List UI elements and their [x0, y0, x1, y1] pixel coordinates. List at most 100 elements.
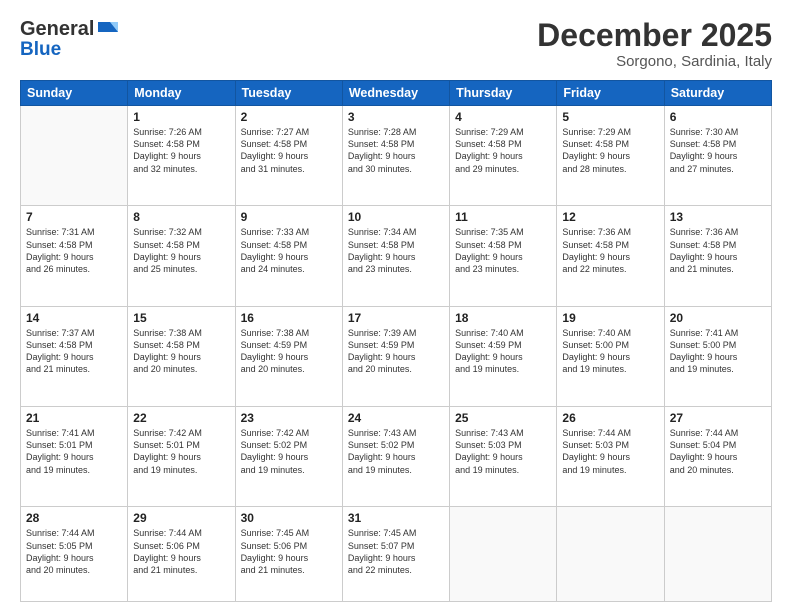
calendar-cell: 30 Sunrise: 7:45 AMSunset: 5:06 PMDayligh… — [235, 507, 342, 602]
cell-content: Sunrise: 7:44 AMSunset: 5:03 PMDaylight:… — [562, 427, 658, 476]
calendar-cell: 15 Sunrise: 7:38 AMSunset: 4:58 PMDayligh… — [128, 306, 235, 406]
cell-content: Sunrise: 7:37 AMSunset: 4:58 PMDaylight:… — [26, 327, 122, 376]
day-number: 27 — [670, 411, 766, 425]
column-header-thursday: Thursday — [450, 81, 557, 106]
calendar-cell: 1Sunrise: 7:26 AMSunset: 4:58 PMDaylight… — [128, 106, 235, 206]
calendar-week-1: 1Sunrise: 7:26 AMSunset: 4:58 PMDaylight… — [21, 106, 772, 206]
calendar-cell: 23Sunrise: 7:42 AMSunset: 5:02 PMDayligh… — [235, 407, 342, 507]
cell-content: Sunrise: 7:29 AMSunset: 4:58 PMDaylight:… — [562, 126, 658, 175]
calendar-cell: 7 Sunrise: 7:31 AMSunset: 4:58 PMDaylight… — [21, 206, 128, 306]
cell-content: Sunrise: 7:30 AMSunset: 4:58 PMDaylight:… — [670, 126, 766, 175]
cell-content: Sunrise: 7:43 AMSunset: 5:03 PMDaylight:… — [455, 427, 551, 476]
calendar-cell: 18 Sunrise: 7:40 AMSunset: 4:59 PMDayligh… — [450, 306, 557, 406]
calendar-cell: 25 Sunrise: 7:43 AMSunset: 5:03 PMDayligh… — [450, 407, 557, 507]
cell-content: Sunrise: 7:39 AMSunset: 4:59 PMDaylight:… — [348, 327, 444, 376]
calendar-cell — [21, 106, 128, 206]
calendar-cell: 4 Sunrise: 7:29 AMSunset: 4:58 PMDaylight… — [450, 106, 557, 206]
calendar-cell: 11Sunrise: 7:35 AMSunset: 4:58 PMDayligh… — [450, 206, 557, 306]
day-number: 14 — [26, 311, 122, 325]
page: General Blue December 2025 Sorgono, Sard… — [0, 0, 792, 612]
calendar-week-3: 14 Sunrise: 7:37 AMSunset: 4:58 PMDayligh… — [21, 306, 772, 406]
day-number: 30 — [241, 511, 337, 525]
day-number: 23 — [241, 411, 337, 425]
cell-content: Sunrise: 7:45 AMSunset: 5:06 PMDaylight:… — [241, 527, 337, 576]
calendar-cell: 12 Sunrise: 7:36 AMSunset: 4:58 PMDayligh… — [557, 206, 664, 306]
day-number: 12 — [562, 210, 658, 224]
day-number: 21 — [26, 411, 122, 425]
cell-content: Sunrise: 7:32 AMSunset: 4:58 PMDaylight:… — [133, 226, 229, 275]
cell-content: Sunrise: 7:28 AMSunset: 4:58 PMDaylight:… — [348, 126, 444, 175]
day-number: 22 — [133, 411, 229, 425]
calendar-cell — [664, 507, 771, 602]
day-number: 16 — [241, 311, 337, 325]
calendar-cell: 16 Sunrise: 7:38 AMSunset: 4:59 PMDayligh… — [235, 306, 342, 406]
logo-flag-icon — [96, 22, 118, 38]
column-header-saturday: Saturday — [664, 81, 771, 106]
day-number: 7 — [26, 210, 122, 224]
calendar-cell: 19 Sunrise: 7:40 AMSunset: 5:00 PMDayligh… — [557, 306, 664, 406]
logo: General Blue — [20, 18, 118, 61]
cell-content: Sunrise: 7:34 AMSunset: 4:58 PMDaylight:… — [348, 226, 444, 275]
calendar-week-2: 7 Sunrise: 7:31 AMSunset: 4:58 PMDaylight… — [21, 206, 772, 306]
calendar-cell: 14 Sunrise: 7:37 AMSunset: 4:58 PMDayligh… — [21, 306, 128, 406]
day-number: 17 — [348, 311, 444, 325]
column-header-monday: Monday — [128, 81, 235, 106]
cell-content: Sunrise: 7:44 AMSunset: 5:06 PMDaylight:… — [133, 527, 229, 576]
calendar-cell: 20Sunrise: 7:41 AMSunset: 5:00 PMDayligh… — [664, 306, 771, 406]
cell-content: Sunrise: 7:40 AMSunset: 4:59 PMDaylight:… — [455, 327, 551, 376]
cell-content: Sunrise: 7:44 AMSunset: 5:05 PMDaylight:… — [26, 527, 122, 576]
calendar-cell: 21 Sunrise: 7:41 AMSunset: 5:01 PMDayligh… — [21, 407, 128, 507]
day-number: 31 — [348, 511, 444, 525]
logo-blue: Blue — [20, 39, 61, 60]
title-block: December 2025 Sorgono, Sardinia, Italy — [537, 18, 772, 70]
day-number: 6 — [670, 110, 766, 124]
calendar-cell: 9Sunrise: 7:33 AMSunset: 4:58 PMDaylight… — [235, 206, 342, 306]
column-header-wednesday: Wednesday — [342, 81, 449, 106]
calendar-table: SundayMondayTuesdayWednesdayThursdayFrid… — [20, 80, 772, 602]
day-number: 29 — [133, 511, 229, 525]
day-number: 18 — [455, 311, 551, 325]
calendar-cell: 26 Sunrise: 7:44 AMSunset: 5:03 PMDayligh… — [557, 407, 664, 507]
cell-content: Sunrise: 7:44 AMSunset: 5:04 PMDaylight:… — [670, 427, 766, 476]
calendar-cell: 3 Sunrise: 7:28 AMSunset: 4:58 PMDaylight… — [342, 106, 449, 206]
day-number: 25 — [455, 411, 551, 425]
calendar-cell — [450, 507, 557, 602]
cell-content: Sunrise: 7:38 AMSunset: 4:58 PMDaylight:… — [133, 327, 229, 376]
month-title: December 2025 — [537, 18, 772, 53]
cell-content: Sunrise: 7:41 AMSunset: 5:00 PMDaylight:… — [670, 327, 766, 376]
cell-content: Sunrise: 7:27 AMSunset: 4:58 PMDaylight:… — [241, 126, 337, 175]
cell-content: Sunrise: 7:31 AMSunset: 4:58 PMDaylight:… — [26, 226, 122, 275]
cell-content: Sunrise: 7:38 AMSunset: 4:59 PMDaylight:… — [241, 327, 337, 376]
day-number: 5 — [562, 110, 658, 124]
cell-content: Sunrise: 7:29 AMSunset: 4:58 PMDaylight:… — [455, 126, 551, 175]
day-number: 8 — [133, 210, 229, 224]
day-number: 4 — [455, 110, 551, 124]
cell-content: Sunrise: 7:41 AMSunset: 5:01 PMDaylight:… — [26, 427, 122, 476]
logo-text: General — [20, 18, 118, 41]
header: General Blue December 2025 Sorgono, Sard… — [20, 18, 772, 70]
calendar-cell: 6 Sunrise: 7:30 AMSunset: 4:58 PMDaylight… — [664, 106, 771, 206]
calendar-cell — [557, 507, 664, 602]
cell-content: Sunrise: 7:42 AMSunset: 5:01 PMDaylight:… — [133, 427, 229, 476]
day-number: 2 — [241, 110, 337, 124]
calendar-cell: 27 Sunrise: 7:44 AMSunset: 5:04 PMDayligh… — [664, 407, 771, 507]
day-number: 3 — [348, 110, 444, 124]
day-number: 19 — [562, 311, 658, 325]
cell-content: Sunrise: 7:43 AMSunset: 5:02 PMDaylight:… — [348, 427, 444, 476]
cell-content: Sunrise: 7:26 AMSunset: 4:58 PMDaylight:… — [133, 126, 229, 175]
location: Sorgono, Sardinia, Italy — [537, 53, 772, 70]
day-number: 28 — [26, 511, 122, 525]
day-number: 15 — [133, 311, 229, 325]
cell-content: Sunrise: 7:35 AMSunset: 4:58 PMDaylight:… — [455, 226, 551, 275]
calendar-header-row: SundayMondayTuesdayWednesdayThursdayFrid… — [21, 81, 772, 106]
calendar-cell: 8 Sunrise: 7:32 AMSunset: 4:58 PMDaylight… — [128, 206, 235, 306]
day-number: 26 — [562, 411, 658, 425]
calendar-cell: 17 Sunrise: 7:39 AMSunset: 4:59 PMDayligh… — [342, 306, 449, 406]
calendar-week-5: 28 Sunrise: 7:44 AMSunset: 5:05 PMDayligh… — [21, 507, 772, 602]
cell-content: Sunrise: 7:40 AMSunset: 5:00 PMDaylight:… — [562, 327, 658, 376]
column-header-friday: Friday — [557, 81, 664, 106]
day-number: 9 — [241, 210, 337, 224]
day-number: 13 — [670, 210, 766, 224]
calendar-week-4: 21 Sunrise: 7:41 AMSunset: 5:01 PMDayligh… — [21, 407, 772, 507]
cell-content: Sunrise: 7:36 AMSunset: 4:58 PMDaylight:… — [562, 226, 658, 275]
